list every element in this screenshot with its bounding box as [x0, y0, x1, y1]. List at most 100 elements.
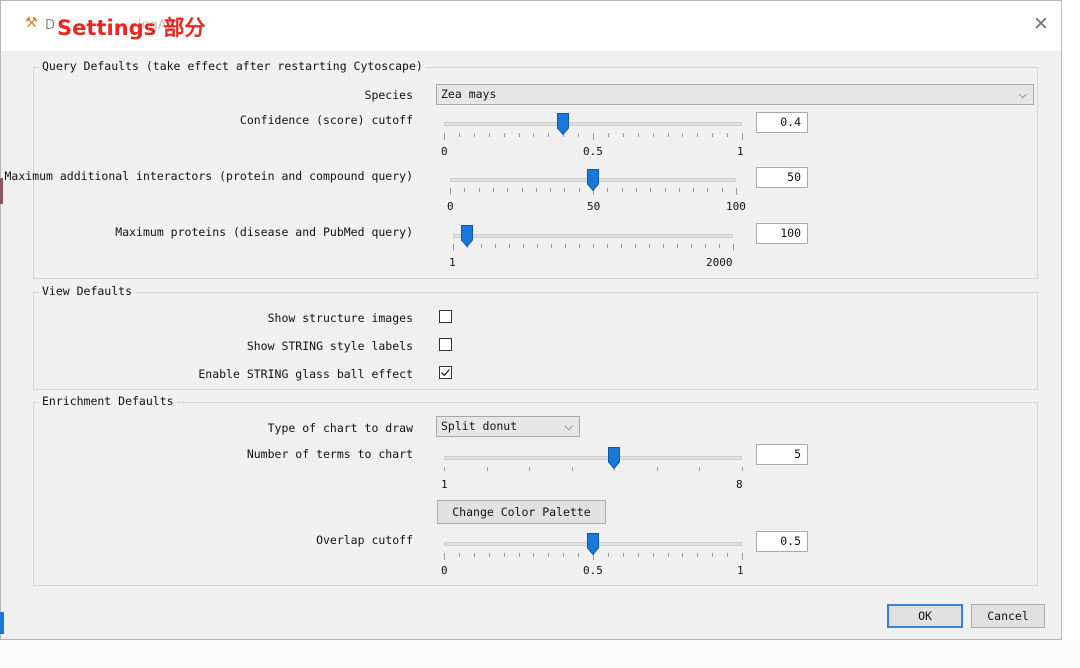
slider-tick	[473, 553, 475, 557]
slider-tick	[578, 188, 580, 192]
slider-tick	[607, 553, 609, 557]
max-proteins-max-label: 2000	[706, 256, 733, 269]
slider-thumb[interactable]	[608, 447, 621, 470]
slider-tick	[742, 467, 743, 471]
show-structure-label: Show structure images	[267, 311, 413, 325]
overlap-mid-label: 0.5	[583, 564, 603, 577]
slider-tick	[473, 133, 475, 137]
slider-track	[444, 456, 742, 460]
slider-thumb[interactable]	[557, 113, 570, 136]
slider-track	[444, 122, 742, 126]
slider-tick	[521, 188, 523, 192]
max-interactors-min-label: 0	[447, 200, 454, 213]
slider-tick	[503, 553, 505, 557]
background-window-edge	[0, 178, 3, 204]
slider-tick	[492, 188, 494, 192]
checkmark-icon	[441, 369, 450, 377]
slider-tick	[742, 133, 743, 140]
slider-tick	[607, 133, 609, 137]
slider-tick	[663, 244, 664, 248]
slider-tick	[593, 244, 594, 248]
settings-overlay-label: Settings 部分	[57, 12, 206, 42]
slider-tick	[607, 244, 608, 248]
slider-tick	[478, 188, 480, 192]
slider-tick	[548, 553, 550, 557]
close-icon[interactable]: ✕	[1033, 13, 1049, 35]
slider-tick	[719, 244, 720, 248]
max-interactors-mid-label: 50	[587, 200, 601, 213]
slider-tick	[652, 133, 654, 137]
slider-tick	[712, 553, 714, 557]
slider-tick	[742, 553, 743, 560]
slider-tick	[488, 133, 490, 137]
slider-tick	[551, 244, 552, 248]
max-proteins-input[interactable]: 100	[756, 223, 808, 244]
slider-tick	[705, 244, 706, 248]
slider-tick	[707, 188, 709, 192]
glass-ball-checkbox[interactable]	[439, 366, 452, 379]
slider-tick	[523, 244, 524, 248]
slider-tick	[571, 467, 573, 471]
slider-tick	[537, 244, 538, 248]
show-string-labels-checkbox[interactable]	[439, 338, 452, 351]
slider-tick	[637, 553, 639, 557]
slider-thumb[interactable]	[587, 533, 599, 556]
slider-tick	[697, 133, 699, 137]
ok-button[interactable]: OK	[887, 604, 963, 628]
slider-tick	[736, 188, 737, 195]
chart-type-value: Split donut	[441, 419, 518, 433]
max-interactors-max-label: 100	[726, 200, 746, 213]
chart-type-select[interactable]: Split donut ⌵	[436, 416, 580, 437]
slider-tick	[450, 188, 451, 195]
slider-tick	[712, 133, 714, 137]
slider-tick	[656, 467, 658, 471]
slider-tick	[529, 467, 531, 471]
slider-tick	[548, 133, 550, 137]
slider-tick	[578, 553, 580, 557]
confidence-input[interactable]: 0.4	[756, 112, 808, 133]
slider-tick	[458, 553, 460, 557]
background-strip	[0, 640, 1080, 668]
slider-tick	[464, 188, 466, 192]
slider-tick	[678, 188, 680, 192]
species-select[interactable]: Zea mays ⌵	[436, 84, 1034, 105]
view-defaults-title: View Defaults	[39, 284, 136, 298]
max-interactors-input[interactable]: 50	[756, 167, 808, 188]
change-color-palette-button[interactable]: Change Color Palette	[437, 500, 606, 524]
slider-tick	[550, 188, 552, 192]
slider-tick	[564, 188, 566, 192]
slider-tick	[535, 188, 537, 192]
slider-tick	[458, 133, 460, 137]
confidence-mid-label: 0.5	[583, 145, 603, 158]
num-terms-input[interactable]: 5	[756, 444, 808, 465]
overlap-cutoff-input[interactable]: 0.5	[756, 531, 808, 552]
slider-tick	[621, 188, 623, 192]
slider-tick	[533, 553, 535, 557]
slider-thumb[interactable]	[587, 169, 599, 192]
overlap-min-label: 0	[441, 564, 448, 577]
overlap-cutoff-label: Overlap cutoff	[316, 533, 413, 547]
cancel-button[interactable]: Cancel	[971, 604, 1045, 628]
glass-ball-label: Enable STRING glass ball effect	[198, 367, 413, 381]
enrichment-defaults-title: Enrichment Defaults	[39, 394, 177, 408]
slider-tick	[495, 244, 496, 248]
settings-dialog: ⚒ D ingApp Settings 部分 ✕ Query Defaults …	[0, 0, 1062, 640]
slider-tick	[444, 133, 445, 140]
max-proteins-min-label: 1	[449, 256, 456, 269]
slider-tick	[488, 553, 490, 557]
slider-tick	[637, 133, 639, 137]
slider-tick	[721, 188, 723, 192]
overlap-max-label: 1	[737, 564, 744, 577]
slider-tick	[444, 467, 445, 471]
query-defaults-title: Query Defaults (take effect after restar…	[39, 59, 426, 73]
slider-tick	[652, 553, 654, 557]
num-terms-min-label: 1	[441, 478, 448, 491]
slider-tick	[507, 188, 509, 192]
slider-tick	[635, 188, 637, 192]
slider-thumb[interactable]	[461, 225, 473, 248]
confidence-max-label: 1	[737, 145, 744, 158]
max-proteins-label: Maximum proteins (disease and PubMed que…	[115, 225, 413, 239]
slider-tick	[593, 133, 594, 140]
slider-tick	[677, 244, 678, 248]
show-structure-checkbox[interactable]	[439, 310, 452, 323]
